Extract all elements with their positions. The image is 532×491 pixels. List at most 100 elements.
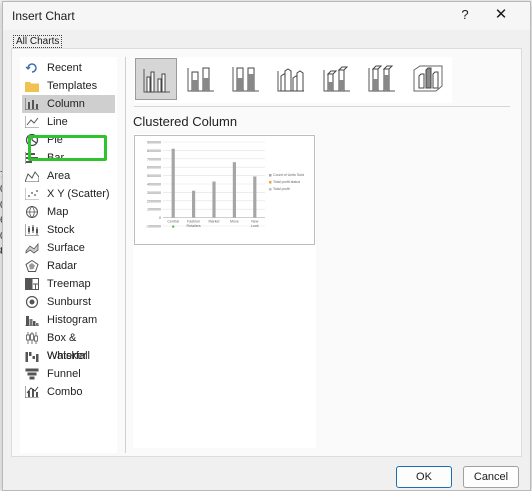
sidebar-item-line[interactable]: Line <box>22 113 115 131</box>
sidebar-item-label: Radar <box>47 260 77 272</box>
folder-icon <box>25 82 39 92</box>
area-chart-icon <box>25 171 39 182</box>
subtype-clustered-column[interactable] <box>135 58 177 100</box>
clustered-column-preview-chart: 9000000 8000000 7000000 6000000 5000000 40000… <box>146 141 304 229</box>
treemap-icon <box>25 278 39 290</box>
box-whisker-icon <box>26 332 38 344</box>
subtype-3d-100-stacked-column[interactable] <box>361 58 403 100</box>
legend-entry: Total profit <box>273 187 290 191</box>
3d-stacked-column-icon <box>323 66 350 92</box>
y-tick-label: 3000000 <box>147 191 161 195</box>
selected-chart-title: Clustered Column <box>133 114 238 129</box>
sidebar-item-label: Area <box>47 170 71 182</box>
recent-icon <box>25 63 37 73</box>
sidebar-item-label: Stock <box>47 224 75 236</box>
y-tick-label: 5000000 <box>147 174 161 178</box>
sidebar-item-map[interactable]: Map <box>22 203 115 221</box>
y-tick-label: 9000000 <box>147 141 161 145</box>
sidebar-item-funnel[interactable]: Funnel <box>22 365 115 383</box>
x-tick-label: Central <box>167 220 179 224</box>
sidebar-item-sunburst[interactable]: Sunburst <box>22 293 115 311</box>
subtype-3d-stacked-column[interactable] <box>316 58 358 100</box>
y-tick-label: 7000000 <box>147 157 161 161</box>
y-tick-label: 0 <box>159 216 161 220</box>
help-button[interactable]: ? <box>455 5 475 25</box>
sidebar-item-box-whisker[interactable]: Box & Whisker <box>22 329 115 362</box>
sidebar-item-templates[interactable]: Templates <box>22 77 115 95</box>
column-chart-icon <box>25 98 39 110</box>
sidebar-item-label: Bar <box>47 152 65 164</box>
sidebar-item-stock[interactable]: Stock <box>22 221 115 239</box>
x-tick-label: Retailers <box>187 224 201 228</box>
3d-100-stacked-column-icon <box>368 65 395 92</box>
ok-button[interactable]: OK <box>396 466 452 488</box>
sidebar-item-label: X Y (Scatter) <box>47 188 110 200</box>
subtype-3d-clustered-column[interactable] <box>270 58 312 100</box>
x-tick-label: Look <box>251 224 259 228</box>
sidebar-item-recent[interactable]: Recent <box>22 59 115 77</box>
subtype-stacked-column[interactable] <box>180 58 222 100</box>
dialog-title: Insert Chart <box>12 9 75 23</box>
chart-type-sidebar: Recent Templates Column Line Pie Bar Are… <box>20 57 117 453</box>
clustered-column-icon <box>143 69 170 93</box>
sidebar-item-scatter[interactable]: X Y (Scatter) <box>22 185 115 203</box>
chart-bar <box>232 162 236 218</box>
sidebar-item-label: Waterfall <box>47 350 90 362</box>
map-chart-icon <box>26 206 38 218</box>
sidebar-item-surface[interactable]: Surface <box>22 239 115 257</box>
pie-chart-icon <box>25 134 39 146</box>
y-tick-label: 1000000 <box>147 208 161 212</box>
y-tick-label: -1000000 <box>146 225 161 229</box>
bar-chart-icon <box>25 152 38 164</box>
x-tick-label: Move <box>230 220 239 224</box>
sidebar-item-bar[interactable]: Bar <box>22 149 115 167</box>
sunburst-icon <box>25 296 39 308</box>
sidebar-item-label: Recent <box>47 62 82 74</box>
combo-chart-icon <box>25 386 39 398</box>
stacked-100-column-icon <box>232 67 259 92</box>
cancel-button[interactable]: Cancel <box>463 466 519 488</box>
sidebar-item-pie[interactable]: Pie <box>22 131 115 149</box>
sidebar-item-combo[interactable]: Combo <box>22 383 115 401</box>
sidebar-item-histogram[interactable]: Histogram <box>22 311 115 329</box>
legend-swatch <box>269 188 272 191</box>
subtype-100-stacked-column[interactable] <box>225 58 267 100</box>
legend-swatch <box>269 181 272 184</box>
sidebar-item-label: Column <box>47 98 85 110</box>
sidebar-item-radar[interactable]: Radar <box>22 257 115 275</box>
sidebar-item-area[interactable]: Area <box>22 167 115 185</box>
chart-preview-thumbnail[interactable]: 9000000 8000000 7000000 6000000 5000000 40000… <box>134 135 315 245</box>
stock-chart-icon <box>25 224 39 236</box>
sidebar-item-column[interactable]: Column <box>22 95 115 113</box>
sidebar-item-label: Map <box>47 206 69 218</box>
sidebar-item-label: Funnel <box>47 368 81 380</box>
close-button[interactable]: ✕ <box>491 5 511 25</box>
chart-bar <box>212 181 216 218</box>
dialog-titlebar: Insert Chart ? ✕ <box>3 2 530 30</box>
subtype-3d-column[interactable] <box>406 58 448 100</box>
legend-entry: Count of Units Sold <box>273 173 304 177</box>
y-tick-label: 4000000 <box>147 183 161 187</box>
sidebar-item-label: Combo <box>47 386 83 398</box>
chart-subtype-strip <box>134 57 452 103</box>
y-tick-label: 8000000 <box>147 149 161 153</box>
marker-dot <box>172 225 175 228</box>
separator-line <box>134 106 510 107</box>
y-tick-label: 6000000 <box>147 166 161 170</box>
insert-chart-dialog: Insert Chart ? ✕ All Charts Recent Templ… <box>2 1 531 491</box>
line-chart-icon <box>25 116 39 128</box>
tab-all-charts[interactable]: All Charts <box>13 35 63 48</box>
chart-bar <box>171 148 175 218</box>
sidebar-item-label: Templates <box>47 80 98 92</box>
sidebar-item-waterfall[interactable]: Waterfall <box>22 347 115 365</box>
legend-swatch <box>269 174 272 177</box>
sidebar-item-treemap[interactable]: Treemap <box>22 275 115 293</box>
sidebar-item-label: Line <box>47 116 68 128</box>
chart-bar <box>192 190 196 218</box>
chart-preview-area: 9000000 8000000 7000000 6000000 5000000 40000… <box>133 134 316 448</box>
funnel-icon <box>25 368 39 380</box>
legend-entry: Total profit status <box>273 180 300 184</box>
3d-column-icon <box>413 65 443 92</box>
chart-bar <box>253 176 257 218</box>
histogram-icon <box>25 316 39 326</box>
